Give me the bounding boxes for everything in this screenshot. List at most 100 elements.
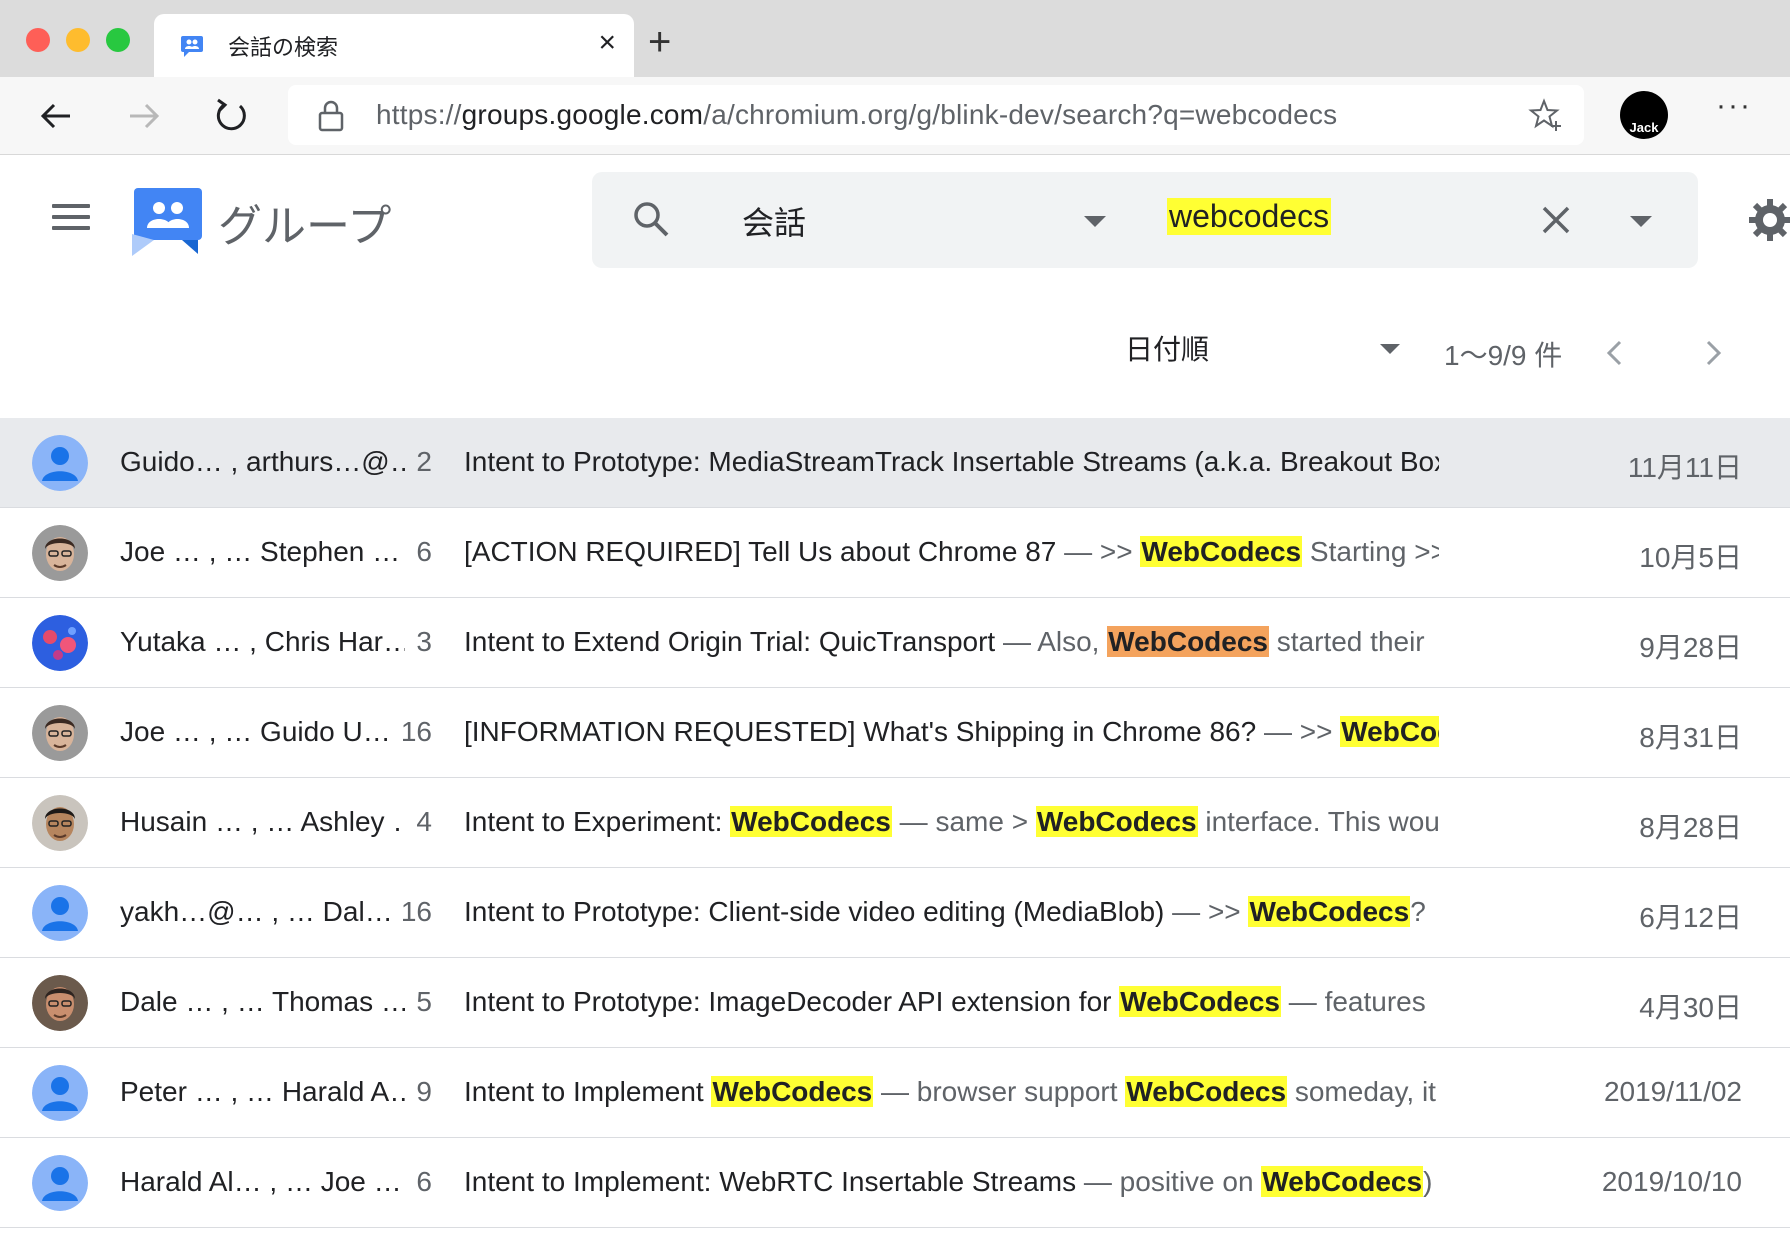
message-count: 16 bbox=[400, 896, 432, 927]
url-path: /a/chromium.org/g/blink-dev/search?q=web… bbox=[703, 99, 1338, 130]
previous-page-icon[interactable] bbox=[1600, 336, 1630, 370]
sort-select[interactable]: 日付順 bbox=[1125, 328, 1209, 368]
participants: Husain … , … Ashley … bbox=[120, 806, 405, 837]
google-groups-logo-icon[interactable] bbox=[132, 186, 204, 256]
snippet-text: ? bbox=[1410, 896, 1426, 927]
bookmark-star-icon[interactable] bbox=[1528, 97, 1564, 133]
participants: Peter … , … Harald A… bbox=[120, 1076, 405, 1107]
search-input[interactable]: webcodecs bbox=[1167, 198, 1332, 235]
scope-dropdown-icon[interactable] bbox=[1084, 216, 1106, 227]
message-count: 6 bbox=[416, 536, 432, 567]
reload-icon[interactable] bbox=[210, 95, 252, 137]
snippet-text: — Also, bbox=[995, 626, 1108, 657]
snippet-text: started their bbox=[1269, 626, 1425, 657]
page-count: 1〜9/9 件 bbox=[1444, 340, 1563, 371]
google-groups-favicon-icon bbox=[181, 36, 203, 57]
tab-strip: 会話の検索 × + bbox=[0, 0, 1790, 77]
conversation-row[interactable]: Guido… , arthurs…@… 2 Intent to Prototype:… bbox=[0, 418, 1790, 508]
search-highlight: WebCodecs bbox=[1340, 716, 1439, 747]
more-menu-icon[interactable]: ··· bbox=[1716, 89, 1752, 123]
conversation-date: 2019/10/10 bbox=[1601, 1166, 1742, 1197]
tab-close-icon[interactable]: × bbox=[598, 28, 616, 58]
subject-snippet[interactable]: Intent to Experiment: WebCodecs — same >… bbox=[464, 806, 1439, 838]
conversation-list: Guido… , arthurs…@… 2 Intent to Prototype:… bbox=[0, 418, 1790, 1228]
subject-snippet[interactable]: Intent to Prototype: MediaStreamTrack In… bbox=[464, 446, 1439, 478]
participants: Harald Al… , … Joe … bbox=[120, 1166, 402, 1197]
conversation-date: 4月30日 bbox=[1639, 992, 1742, 1023]
snippet-text: someday, it bbox=[1287, 1076, 1436, 1107]
conversation-row[interactable]: Joe … , … Guido U… 16 [INFORMATION REQUEST… bbox=[0, 688, 1790, 778]
clear-search-icon[interactable] bbox=[1534, 198, 1578, 242]
address-bar[interactable]: https://groups.google.com/a/chromium.org… bbox=[288, 85, 1584, 145]
search-highlight: WebCodecs bbox=[1125, 1076, 1288, 1107]
window-zoom-button[interactable] bbox=[106, 28, 130, 52]
avatar bbox=[32, 525, 88, 581]
subject-text: Intent to Prototype: Client-side video e… bbox=[464, 896, 1165, 927]
avatar bbox=[32, 1155, 88, 1211]
forward-arrow-icon[interactable] bbox=[122, 95, 164, 137]
message-count: 6 bbox=[416, 1166, 432, 1197]
message-count: 4 bbox=[416, 806, 432, 837]
snippet-text: Starting >>> bbox=[1309, 536, 1439, 567]
new-tab-button[interactable]: + bbox=[648, 22, 671, 62]
message-count: 5 bbox=[416, 986, 432, 1017]
next-page-icon[interactable] bbox=[1698, 336, 1728, 370]
conversation-row[interactable]: Harald Al… , … Joe … 6 Intent to Implement… bbox=[0, 1138, 1790, 1228]
participants: Dale … , … Thomas … bbox=[120, 986, 405, 1017]
snippet-text: — >> bbox=[1056, 536, 1141, 567]
search-highlight: WebCodecs bbox=[1140, 536, 1303, 567]
message-count: 3 bbox=[416, 626, 432, 657]
subject-snippet[interactable]: Intent to Implement: WebRTC Insertable S… bbox=[464, 1166, 1439, 1198]
snippet-text: — >> bbox=[1256, 716, 1341, 747]
url-text[interactable]: https://groups.google.com/a/chromium.org… bbox=[376, 99, 1337, 131]
conversation-date: 9月28日 bbox=[1639, 632, 1742, 663]
participants: Guido… , arthurs…@… bbox=[120, 446, 405, 477]
window-close-button[interactable] bbox=[26, 28, 50, 52]
subject-text: Intent to Experiment: bbox=[464, 806, 731, 837]
product-name[interactable]: グループ bbox=[218, 190, 391, 254]
conversation-date: 8月31日 bbox=[1639, 722, 1742, 753]
participants: Joe … , … Guido U… bbox=[120, 716, 391, 747]
settings-gear-icon[interactable] bbox=[1746, 196, 1790, 244]
subject-snippet[interactable]: [INFORMATION REQUESTED] What's Shipping … bbox=[464, 716, 1439, 748]
conversation-row[interactable]: Husain … , … Ashley … 4 Intent to Experime… bbox=[0, 778, 1790, 868]
back-arrow-icon[interactable] bbox=[36, 95, 78, 137]
subject-text: Intent to Implement bbox=[464, 1076, 712, 1107]
search-scope-select[interactable]: 会話 bbox=[742, 198, 806, 244]
browser-toolbar: https://groups.google.com/a/chromium.org… bbox=[0, 77, 1790, 155]
participants: Yutaka … , Chris Har… bbox=[120, 626, 405, 657]
conversation-row[interactable]: yakh…@… , … Dal… 16 Intent to Prototype: C… bbox=[0, 868, 1790, 958]
avatar bbox=[32, 975, 88, 1031]
conversation-date: 2019/11/02 bbox=[1603, 1076, 1742, 1107]
snippet-text: — positive on bbox=[1076, 1166, 1262, 1197]
subject-text: Intent to Implement: WebRTC Insertable S… bbox=[464, 1166, 1077, 1197]
profile-avatar[interactable]: Jack bbox=[1620, 91, 1668, 139]
message-count: 2 bbox=[416, 446, 432, 477]
subject-snippet[interactable]: [ACTION REQUIRED] Tell Us about Chrome 8… bbox=[464, 536, 1439, 568]
subject-snippet[interactable]: Intent to Implement WebCodecs — browser … bbox=[464, 1076, 1439, 1108]
tab-title: 会話の検索 bbox=[228, 35, 339, 60]
subject-snippet[interactable]: Intent to Prototype: ImageDecoder API ex… bbox=[464, 986, 1439, 1018]
conversation-row[interactable]: Joe … , … Stephen … 6 [ACTION REQUIRED] Te… bbox=[0, 508, 1790, 598]
window-minimize-button[interactable] bbox=[66, 28, 90, 52]
main-menu-icon[interactable] bbox=[52, 204, 90, 234]
search-icon[interactable] bbox=[630, 198, 672, 240]
url-host: groups.google.com bbox=[461, 99, 704, 130]
avatar bbox=[32, 885, 88, 941]
sort-dropdown-icon[interactable] bbox=[1380, 344, 1400, 354]
subject-snippet[interactable]: Intent to Extend Origin Trial: QuicTrans… bbox=[464, 626, 1439, 658]
message-count: 16 bbox=[400, 716, 432, 747]
avatar bbox=[32, 615, 88, 671]
search-highlight: WebCodecs bbox=[1119, 986, 1282, 1017]
conversation-row[interactable]: Peter … , … Harald A… 9 Intent to Implemen… bbox=[0, 1048, 1790, 1138]
snippet-text: interface. This would bbox=[1197, 806, 1439, 837]
search-highlight: WebCodecs bbox=[1248, 896, 1411, 927]
search-options-dropdown-icon[interactable] bbox=[1630, 216, 1652, 227]
conversation-row[interactable]: Yutaka … , Chris Har… 3 Intent to Extend O… bbox=[0, 598, 1790, 688]
lock-icon[interactable] bbox=[316, 99, 346, 133]
snippet-text: ) bbox=[1423, 1166, 1433, 1197]
subject-snippet[interactable]: Intent to Prototype: Client-side video e… bbox=[464, 896, 1439, 928]
browser-tab[interactable]: 会話の検索 × bbox=[154, 14, 634, 77]
conversation-row[interactable]: Dale … , … Thomas … 5 Intent to Prototype:… bbox=[0, 958, 1790, 1048]
conversation-date: 6月12日 bbox=[1639, 902, 1742, 933]
